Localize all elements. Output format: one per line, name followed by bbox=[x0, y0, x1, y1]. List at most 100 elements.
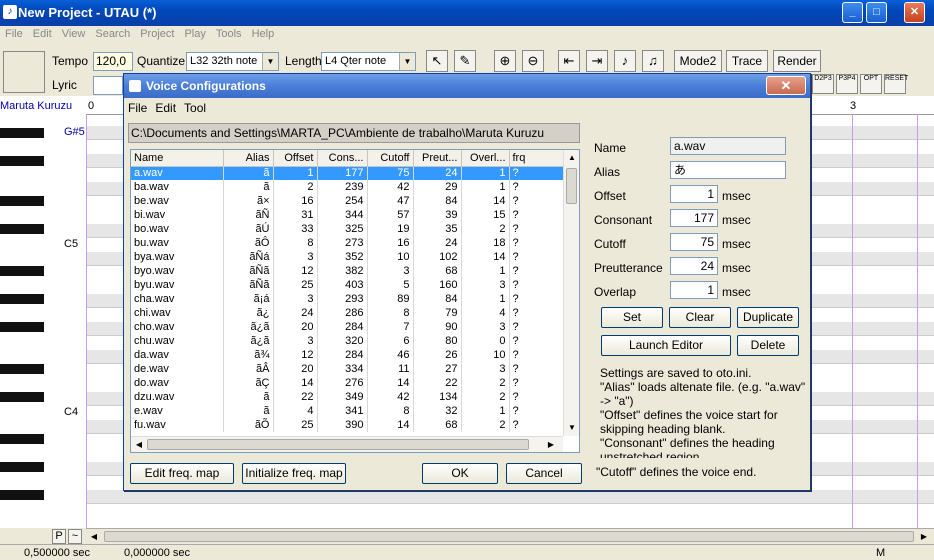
table-row[interactable]: bi.wav ãÑ 31 344 57 39 15? bbox=[131, 208, 564, 222]
render-button[interactable]: Render bbox=[773, 50, 821, 72]
dialog-menu-tool[interactable]: Tool bbox=[180, 98, 210, 118]
pencil-tool-icon[interactable]: ✎ bbox=[454, 50, 476, 72]
scroll-left-icon[interactable]: ◀ bbox=[86, 529, 102, 545]
launch-editor-button[interactable]: Launch Editor bbox=[601, 335, 731, 356]
piano-black-key[interactable] bbox=[0, 128, 44, 138]
table-row[interactable]: be.wav ã× 16 254 47 84 14? bbox=[131, 194, 564, 208]
menu-play[interactable]: Play bbox=[179, 26, 210, 42]
table-row[interactable]: bya.wav ãÑá 3 352 10 102 14? bbox=[131, 250, 564, 264]
menu-search[interactable]: Search bbox=[90, 26, 135, 42]
table-row[interactable]: byu.wav ãÑã 25 403 5 160 3? bbox=[131, 278, 564, 292]
lyric-input[interactable] bbox=[93, 76, 123, 95]
quantize-select[interactable]: L32 32th note ▼ bbox=[186, 52, 279, 71]
table-row[interactable]: e.wav ã 4 341 8 32 1? bbox=[131, 404, 564, 418]
zoom-out-icon[interactable]: ⊖ bbox=[522, 50, 544, 72]
piano-black-key[interactable] bbox=[0, 462, 44, 472]
singer-portrait[interactable] bbox=[3, 51, 45, 93]
piano-black-key[interactable] bbox=[0, 490, 44, 500]
offset-field[interactable]: 1 bbox=[670, 185, 718, 203]
scroll-right-icon[interactable]: ▶ bbox=[543, 437, 559, 453]
clear-button[interactable]: Clear bbox=[669, 307, 731, 328]
table-row[interactable]: ba.wav ã 2 239 42 29 1? bbox=[131, 180, 564, 194]
duplicate-button[interactable]: Duplicate bbox=[737, 307, 799, 328]
table-row[interactable]: chu.wav ã¿ã 3 320 6 80 0? bbox=[131, 334, 564, 348]
menu-view[interactable]: View bbox=[57, 26, 91, 42]
dialog-close-button[interactable]: ✕ bbox=[766, 76, 806, 95]
piano-black-key[interactable] bbox=[0, 322, 44, 332]
scroll-right-icon[interactable]: ▶ bbox=[916, 529, 932, 545]
piano-black-key[interactable] bbox=[0, 364, 44, 374]
piano-black-key[interactable] bbox=[0, 294, 44, 304]
opt-button[interactable]: OPT bbox=[860, 74, 882, 94]
scroll-left-icon[interactable]: ◀ bbox=[131, 437, 147, 453]
cancel-button[interactable]: Cancel bbox=[506, 463, 582, 484]
piano-black-key[interactable] bbox=[0, 434, 44, 444]
col-header-preutterance[interactable]: Preut... bbox=[413, 150, 462, 167]
col-header-cutoff[interactable]: Cutoff bbox=[367, 150, 414, 167]
minimize-button[interactable]: _ bbox=[842, 2, 863, 23]
go-start-icon[interactable]: ⇤ bbox=[558, 50, 580, 72]
table-row[interactable]: cho.wav ã¿ã 20 284 7 90 3? bbox=[131, 320, 564, 334]
initialize-freq-map-button[interactable]: Initialize freq. map bbox=[242, 463, 346, 484]
table-row[interactable]: byo.wav ãÑã 12 382 3 68 1? bbox=[131, 264, 564, 278]
table-scroll-thumb[interactable] bbox=[566, 168, 577, 204]
close-button[interactable]: ✕ bbox=[904, 2, 925, 23]
col-header-offset[interactable]: Offset bbox=[273, 150, 318, 167]
play-from-icon[interactable]: ♪ bbox=[614, 50, 636, 72]
table-row[interactable]: bo.wav ãÚ 33 325 19 35 2? bbox=[131, 222, 564, 236]
p-button[interactable]: P bbox=[52, 529, 66, 544]
col-header-alias[interactable]: Alias bbox=[223, 150, 274, 167]
overlap-field[interactable]: 1 bbox=[670, 281, 718, 299]
table-row[interactable]: chi.wav ã¿ 24 286 8 79 4? bbox=[131, 306, 564, 320]
table-row[interactable]: fu.wav ãÕ 25 390 14 68 2? bbox=[131, 418, 564, 432]
tempo-input[interactable]: 120,0 bbox=[93, 52, 133, 71]
piano-black-key[interactable] bbox=[0, 196, 44, 206]
menu-file[interactable]: File bbox=[0, 26, 28, 42]
table-row[interactable]: dzu.wav ã 22 349 42 134 2? bbox=[131, 390, 564, 404]
table-vertical-scrollbar[interactable]: ▲ ▼ bbox=[563, 150, 579, 436]
col-header-frq[interactable]: frq bbox=[509, 150, 564, 167]
scroll-thumb[interactable] bbox=[104, 531, 914, 542]
cutoff-field[interactable]: 75 bbox=[670, 233, 718, 251]
menu-edit[interactable]: Edit bbox=[28, 26, 57, 42]
play-to-icon[interactable]: ♫ bbox=[642, 50, 664, 72]
preutterance-field[interactable]: 24 bbox=[670, 257, 718, 275]
menu-help[interactable]: Help bbox=[247, 26, 280, 42]
ok-button[interactable]: OK bbox=[422, 463, 498, 484]
edit-freq-map-button[interactable]: Edit freq. map bbox=[130, 463, 234, 484]
oto-table[interactable]: Name Alias Offset Cons... Cutoff Preut..… bbox=[130, 149, 580, 453]
piano-black-key[interactable] bbox=[0, 224, 44, 234]
table-row[interactable]: de.wav ãÂ 20 334 11 27 3? bbox=[131, 362, 564, 376]
table-hscroll-thumb[interactable] bbox=[147, 439, 529, 450]
trace-button[interactable]: Trace bbox=[726, 50, 768, 72]
col-header-consonant[interactable]: Cons... bbox=[317, 150, 368, 167]
table-row[interactable]: bu.wav ãÔ 8 273 16 24 18? bbox=[131, 236, 564, 250]
mode2-button[interactable]: Mode2 bbox=[674, 50, 722, 72]
pointer-tool-icon[interactable]: ↖ bbox=[426, 50, 448, 72]
piano-black-key[interactable] bbox=[0, 156, 44, 166]
table-row[interactable]: a.wav ã 1 177 75 24 1? bbox=[131, 166, 564, 180]
menu-project[interactable]: Project bbox=[135, 26, 179, 42]
table-horizontal-scrollbar[interactable]: ◀ ▶ bbox=[131, 436, 563, 452]
name-field[interactable]: a.wav bbox=[670, 137, 786, 155]
horizontal-scrollbar[interactable]: P ~ ◀ ▶ bbox=[52, 528, 934, 545]
dialog-menu-file[interactable]: File bbox=[124, 98, 151, 118]
col-header-overlap[interactable]: Overl... bbox=[461, 150, 510, 167]
dialog-menu-edit[interactable]: Edit bbox=[151, 98, 180, 118]
maximize-button[interactable]: □ bbox=[866, 2, 887, 23]
p3p4-button[interactable]: P3P4 bbox=[836, 74, 858, 94]
go-end-icon[interactable]: ⇥ bbox=[586, 50, 608, 72]
scroll-down-icon[interactable]: ▼ bbox=[564, 420, 580, 436]
zoom-in-icon[interactable]: ⊕ bbox=[494, 50, 516, 72]
table-row[interactable]: do.wav ãÇ 14 276 14 22 2? bbox=[131, 376, 564, 390]
scroll-up-icon[interactable]: ▲ bbox=[564, 150, 580, 166]
d2p3-button[interactable]: D2P3 bbox=[812, 74, 834, 94]
dialog-title-bar[interactable]: Voice Configurations ✕ bbox=[124, 74, 810, 98]
table-row[interactable]: cha.wav ã¡á 3 293 89 84 1? bbox=[131, 292, 564, 306]
col-header-name[interactable]: Name bbox=[131, 150, 224, 167]
piano-black-key[interactable] bbox=[0, 266, 44, 276]
length-select[interactable]: L4 Qter note ▼ bbox=[321, 52, 416, 71]
delete-button[interactable]: Delete bbox=[737, 335, 799, 356]
tilde-button[interactable]: ~ bbox=[68, 529, 82, 544]
menu-tools[interactable]: Tools bbox=[211, 26, 247, 42]
